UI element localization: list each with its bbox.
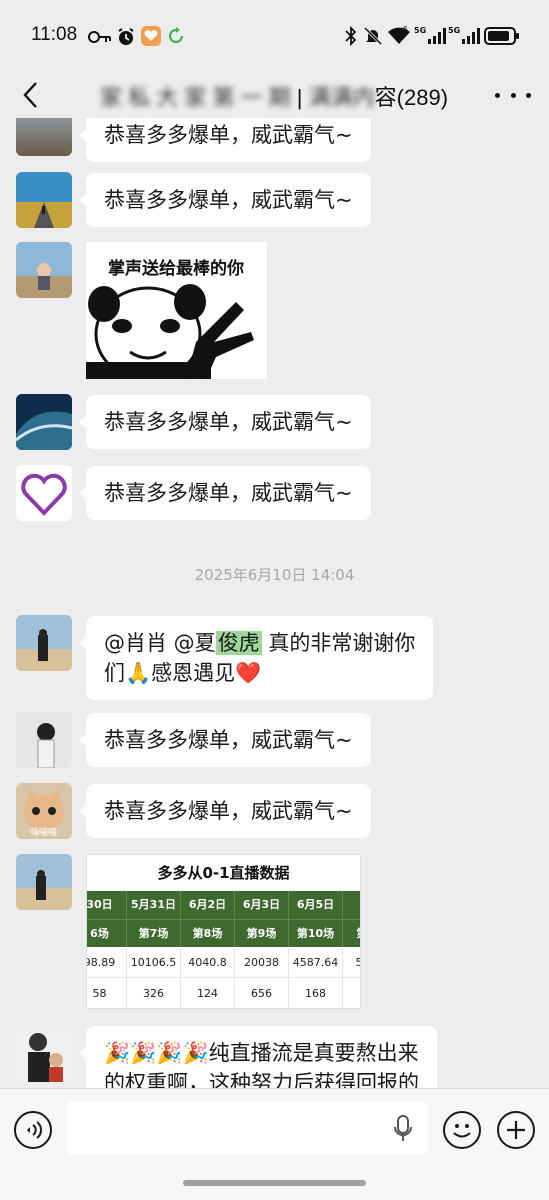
more-dot-icon	[510, 92, 516, 98]
message-bubble[interactable]: 🎉🎉🎉🎉纯直播流是真要熬出来 的权重啊，这种努力后获得回报的	[79, 1026, 437, 1088]
wifi-icon: 6	[388, 25, 410, 44]
smiley-icon	[453, 1124, 471, 1138]
avatar[interactable]	[16, 854, 72, 910]
battery-icon	[484, 27, 519, 45]
chat-title-count: 容(289)	[374, 85, 449, 110]
sticker-caption: 掌声送给最棒的你	[108, 259, 244, 279]
table-row: 98.89 10106.5 4040.8 20038 4587.64 5432	[87, 947, 360, 978]
purple-heart-icon	[21, 473, 67, 516]
message-line: 们🙏感恩遇见❤️	[104, 661, 262, 685]
more-dot-icon	[526, 92, 531, 98]
avatar[interactable]	[16, 118, 72, 156]
key-icon	[88, 31, 111, 43]
svg-text:6: 6	[403, 25, 408, 33]
avatar-caption: 嗨喵喵	[30, 828, 58, 838]
message-line: 🎉🎉🎉🎉纯直播流是真要熬出来	[104, 1041, 419, 1065]
message-bubble[interactable]: 恭喜多多爆单，威武霸气~	[79, 118, 371, 162]
avatar[interactable]	[16, 172, 72, 228]
sync-icon	[168, 27, 184, 44]
avatar[interactable]	[16, 394, 72, 450]
chevron-left-icon	[23, 82, 37, 108]
message-timestamp: 2025年6月10日 14:04	[194, 566, 355, 584]
table-cell: 第8场	[181, 919, 235, 947]
table-cell: 124	[181, 978, 235, 1008]
table-cell: 30日	[87, 891, 127, 919]
table-cell: 168	[289, 978, 343, 1008]
table-row: 58 326 124 656 168 19	[87, 978, 360, 1008]
plus-icon	[507, 1121, 525, 1139]
chat-header: 家 私 大 家 第 一 期 | 满满内容(289)	[0, 72, 549, 118]
table-cell: 4587.64	[289, 947, 343, 978]
table-cell: 4040.8	[181, 947, 235, 978]
chat-title-blurred-2: 满满内	[308, 85, 375, 110]
table-cell: 5432	[343, 947, 360, 978]
svg-text:5G: 5G	[448, 26, 460, 35]
table-cell: 第11	[343, 919, 360, 947]
message-text: 真的非常谢谢你	[261, 631, 416, 655]
table-cell: 20038	[235, 947, 289, 978]
avatar[interactable]	[16, 465, 72, 521]
more-functions-button[interactable]	[497, 1111, 535, 1149]
chat-title-blurred: 家 私 大 家 第 一 期	[100, 85, 291, 110]
mention-text: @肖肖 @夏	[104, 631, 216, 655]
table-cell: 326	[127, 978, 181, 1008]
svg-text:5G: 5G	[414, 26, 426, 35]
microphone-icon[interactable]	[393, 1115, 413, 1143]
table-cell: 10106.5	[127, 947, 181, 978]
table-cell: 58	[87, 978, 127, 1008]
table-row: 6场 第7场 第8场 第9场 第10场 第11	[87, 919, 360, 947]
chat-title-separator: |	[290, 85, 309, 110]
app-notification-icon	[141, 26, 161, 46]
sticker-image[interactable]: 掌声送给最棒的你	[86, 242, 267, 379]
back-button[interactable]	[12, 76, 48, 114]
table-cell: 5月31日	[127, 891, 181, 919]
message-input[interactable]	[66, 1101, 428, 1155]
mute-bell-icon	[364, 27, 382, 45]
signal-5g-icon-1: 5G	[414, 26, 446, 44]
table-title: 多多从0-1直播数据	[157, 864, 290, 882]
panda-meme-icon	[86, 284, 254, 379]
voice-input-button[interactable]	[14, 1111, 52, 1149]
avatar[interactable]	[16, 1026, 72, 1082]
avatar[interactable]	[16, 712, 72, 768]
message-bubble[interactable]: 恭喜多多爆单，威武霸气~	[79, 466, 371, 520]
home-indicator[interactable]	[183, 1180, 366, 1186]
emoji-button[interactable]	[443, 1111, 481, 1149]
table-cell: 第7场	[127, 919, 181, 947]
message-bubble[interactable]: @肖肖 @夏俊虎 真的非常谢谢你 们🙏感恩遇见❤️	[78, 616, 434, 700]
avatar[interactable]	[16, 615, 72, 671]
voice-wave-icon	[27, 1121, 42, 1139]
table-cell: 第10场	[289, 919, 343, 947]
status-time: 11:08	[31, 24, 78, 45]
alarm-icon	[118, 28, 134, 45]
table-cell: 6月2日	[181, 891, 235, 919]
status-bar: 11:08 6 5G 5G	[0, 0, 549, 72]
signal-5g-icon-2: 5G	[448, 26, 480, 44]
message-bubble[interactable]: 恭喜多多爆单，威武霸气~	[79, 173, 371, 227]
table-cell: 6月5日	[289, 891, 343, 919]
message-bubble[interactable]: 恭喜多多爆单，威武霸气~	[79, 395, 371, 449]
more-dot-icon	[495, 92, 500, 98]
more-options-button[interactable]	[495, 82, 531, 108]
highlighted-text: 俊虎	[215, 631, 262, 655]
message-bubble[interactable]: 恭喜多多爆单，威武霸气~	[79, 784, 371, 838]
chat-title: 家 私 大 家 第 一 期 | 满满内容(289)	[100, 80, 448, 112]
table-cell: 19	[343, 978, 360, 1008]
chat-message-list[interactable]: 恭喜多多爆单，威武霸气~ 恭喜多多爆单，威武霸气~ 掌声送给最棒的你 恭喜多多爆…	[0, 118, 549, 1088]
table-cell: 6场	[87, 919, 127, 947]
avatar[interactable]: 嗨喵喵	[16, 783, 72, 839]
avatar[interactable]	[16, 242, 72, 298]
message-line: @肖肖 @夏俊虎 真的非常谢谢你	[104, 628, 415, 658]
bluetooth-icon	[345, 26, 357, 46]
data-table-image[interactable]: 多多从0-1直播数据 30日 5月31日 6月2日 6月3日 6月5日 6场 第…	[86, 854, 361, 1009]
table-cell: 98.89	[87, 947, 127, 978]
message-bubble[interactable]: 恭喜多多爆单，威武霸气~	[79, 713, 371, 767]
table-cell	[343, 891, 360, 919]
table-row: 30日 5月31日 6月2日 6月3日 6月5日	[87, 891, 360, 919]
table-cell: 656	[235, 978, 289, 1008]
table-cell: 6月3日	[235, 891, 289, 919]
message-line: 的权重啊，这种努力后获得回报的	[104, 1071, 419, 1088]
table-cell: 第9场	[235, 919, 289, 947]
